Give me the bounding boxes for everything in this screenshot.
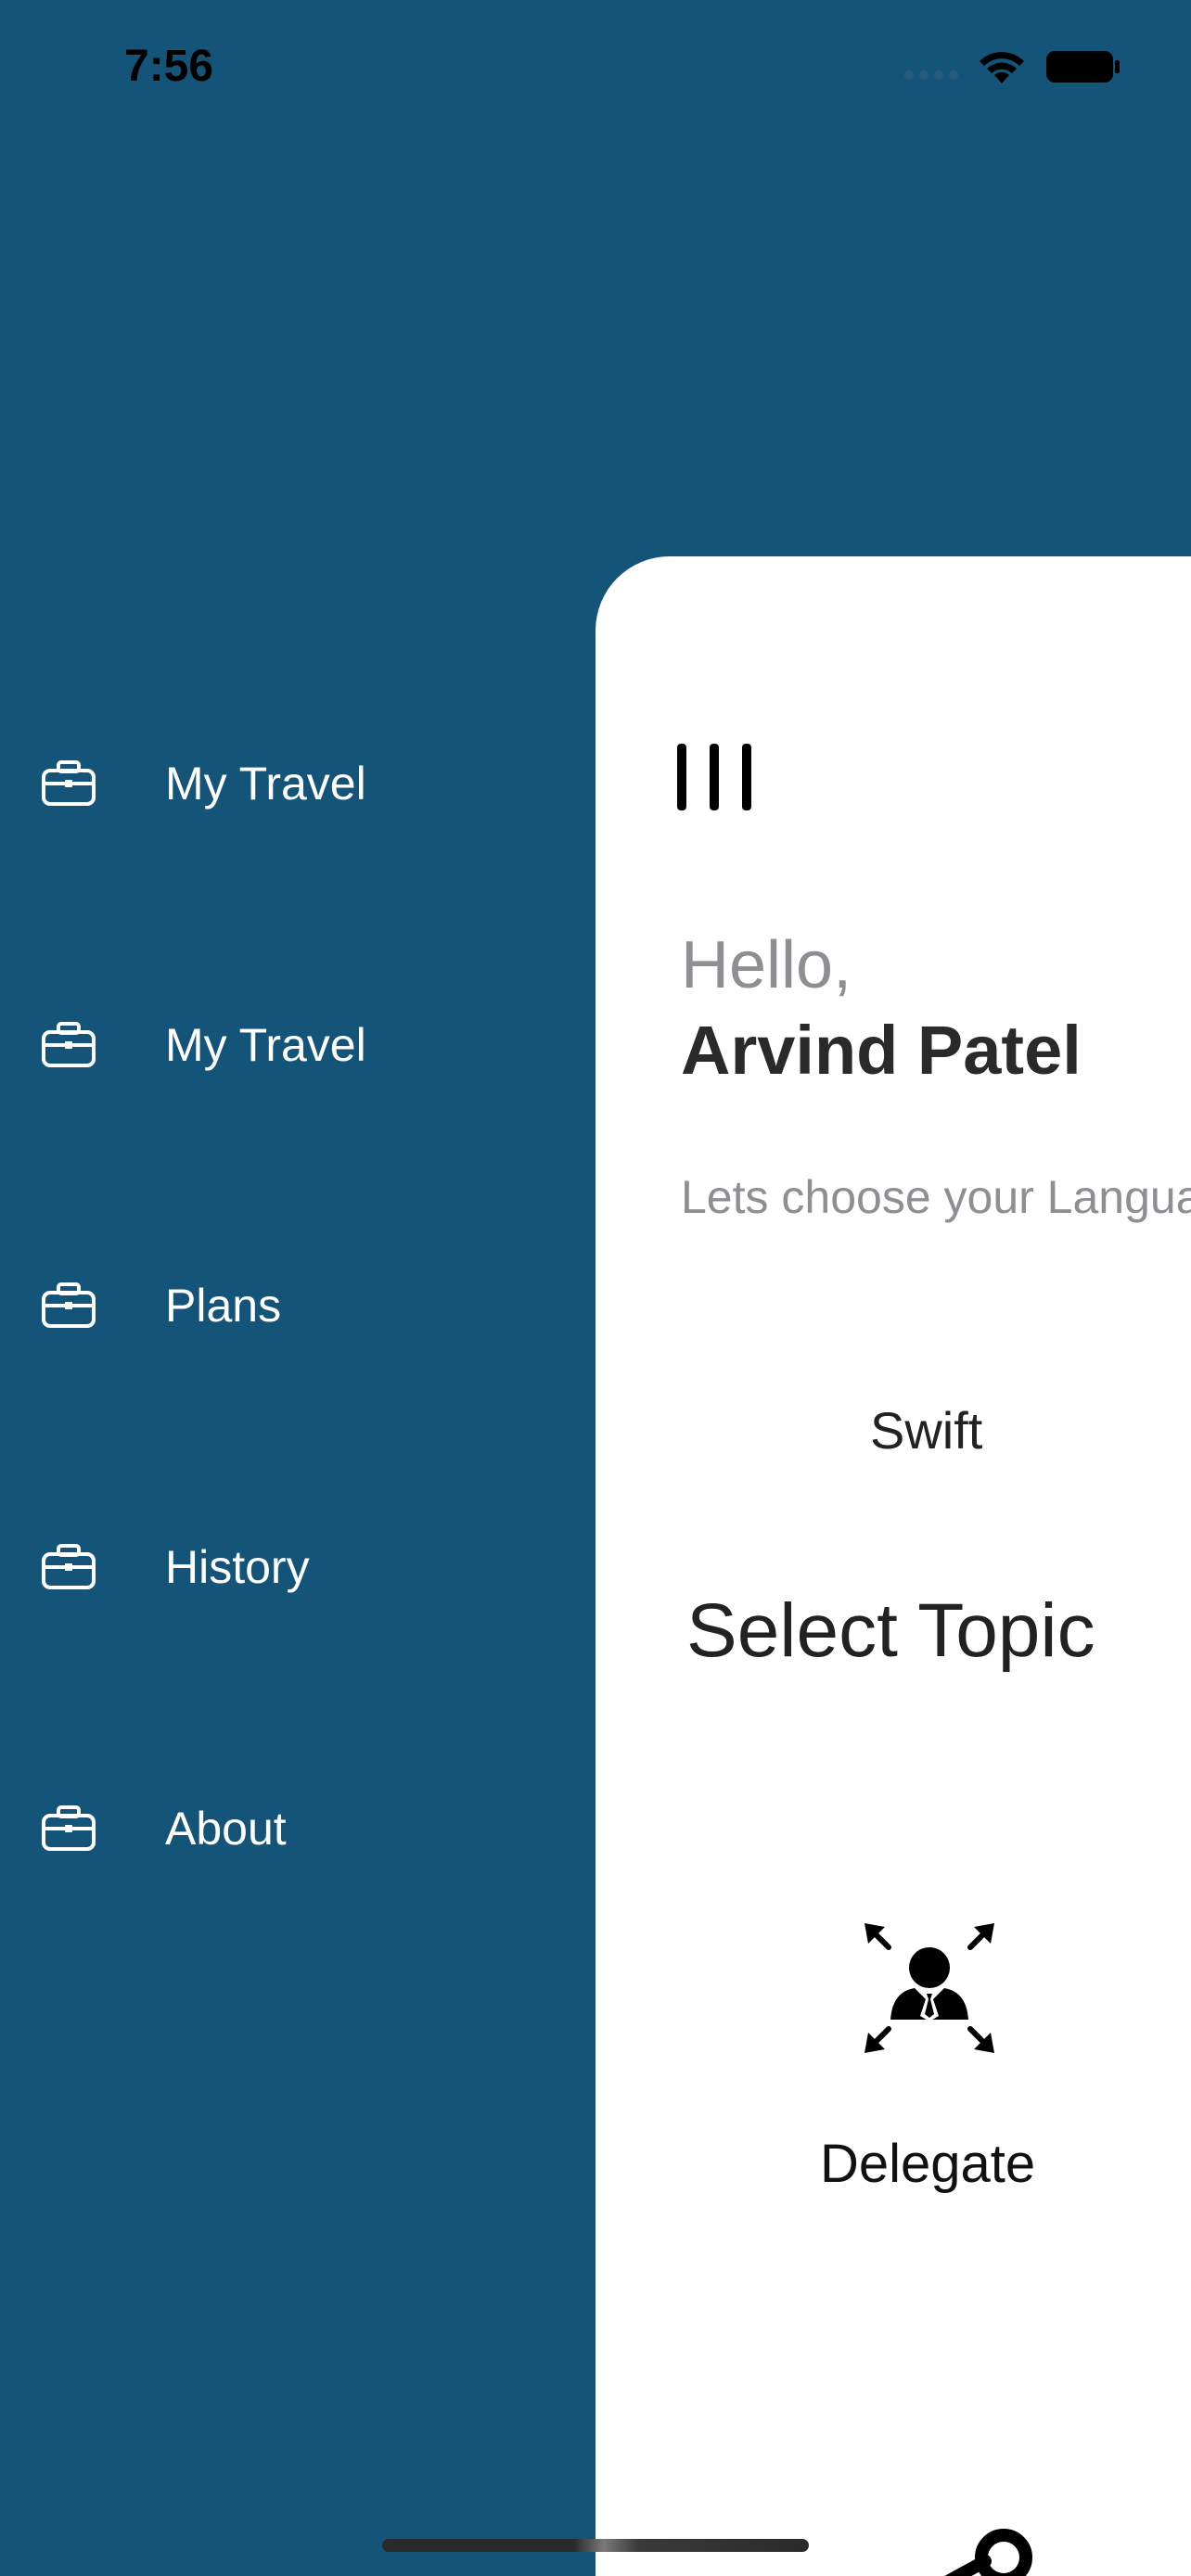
briefcase-icon <box>42 1544 96 1589</box>
topic-label[interactable]: Delegate <box>820 2133 1035 2195</box>
menu-item-my-travel[interactable]: My Travel <box>41 746 560 821</box>
menu-item-about[interactable]: About <box>41 1792 560 1866</box>
menu-item-label: My Travel <box>165 758 366 810</box>
menu-item-label: History <box>165 1541 310 1593</box>
menu-toggle-icon[interactable] <box>675 742 753 812</box>
home-indicator[interactable] <box>382 2539 809 2552</box>
briefcase-icon <box>42 1282 96 1328</box>
section-title: Select Topic <box>686 1588 1095 1673</box>
menu-item-label: My Travel <box>165 1019 366 1071</box>
menu-item-history[interactable]: History <box>41 1530 560 1604</box>
side-menu: My Travel My Travel Plans History About <box>0 0 594 2576</box>
greeting: Hello, <box>681 928 852 1002</box>
topic-icon[interactable] <box>911 2528 1041 2576</box>
wifi-icon <box>980 52 1024 83</box>
briefcase-icon <box>42 1805 96 1851</box>
language-prompt: Lets choose your Langua <box>681 1171 1191 1223</box>
user-name: Arvind Patel <box>681 1012 1082 1089</box>
briefcase-icon <box>42 760 96 806</box>
menu-item-label: Plans <box>165 1280 282 1332</box>
menu-item-my-travel[interactable]: My Travel <box>41 1008 560 1082</box>
language-option-swift[interactable]: Swift <box>870 1400 982 1460</box>
status-icons <box>904 46 1127 87</box>
menu-item-label: About <box>165 1803 287 1855</box>
delegate-icon[interactable] <box>855 1914 1004 2062</box>
cellular-signal-icon <box>904 70 958 80</box>
briefcase-icon <box>42 1022 96 1067</box>
main-card: Hello, Arvind Patel Lets choose your Lan… <box>596 556 1191 2576</box>
battery-icon <box>1046 51 1120 83</box>
menu-item-plans[interactable]: Plans <box>41 1269 560 1343</box>
